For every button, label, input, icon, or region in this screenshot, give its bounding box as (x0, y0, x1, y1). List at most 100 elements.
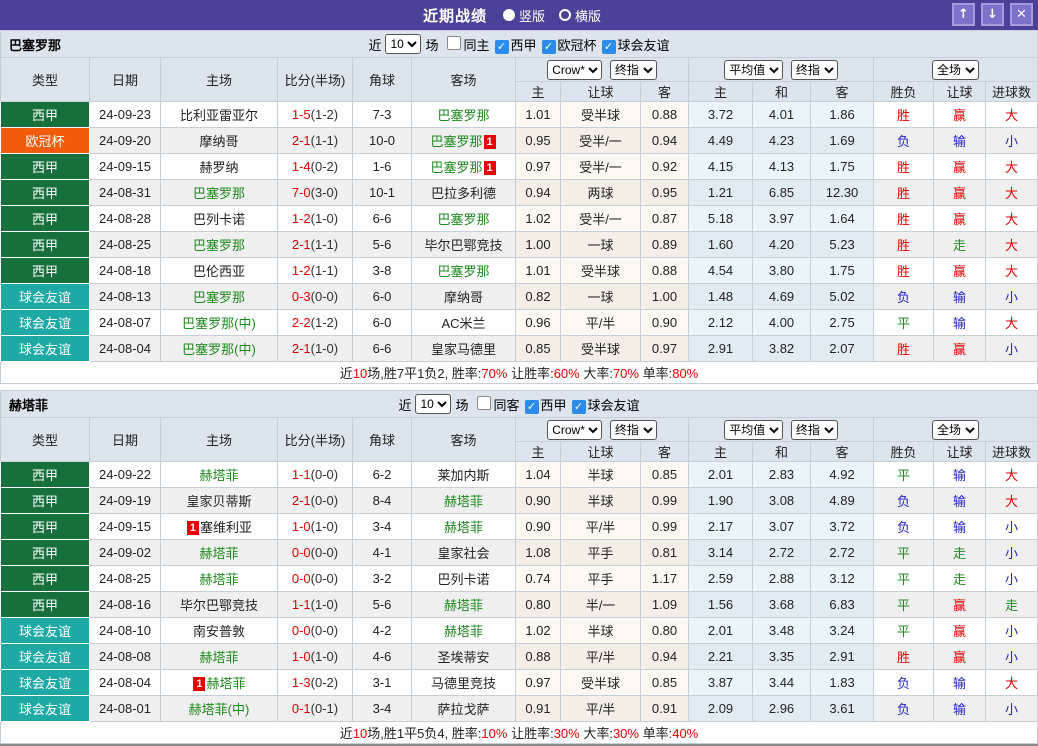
competition-type-cell: 西甲 (0, 257, 90, 284)
average-final-select[interactable]: 终指 (790, 59, 838, 80)
radio-horizontal-layout[interactable]: 横版 (559, 6, 601, 25)
avg-away-cell: 1.69 (810, 127, 875, 154)
move-down-button[interactable]: ↓ (981, 3, 1004, 26)
odds-away-cell: 0.88 (639, 257, 690, 284)
date-cell: 24-08-04 (89, 335, 161, 362)
odds-handicap-cell: 两球 (560, 179, 641, 206)
scope-select[interactable]: 全场 (932, 59, 980, 80)
odds-handicap-cell: 一球 (560, 283, 641, 310)
column-header-home: 主场 (160, 57, 278, 102)
fulltime-score: 0-3 (291, 289, 311, 304)
subheader-handicap-result: 让球 (933, 441, 987, 462)
filter-checkbox[interactable] (477, 395, 492, 410)
team-label: 巴拉多利德 (430, 186, 496, 201)
result-cell: 胜 (873, 205, 935, 232)
score-cell: 1-4(0-2) (277, 153, 353, 180)
team-label: 赫塔菲 (199, 572, 239, 587)
team-label: 巴塞罗那(中) (182, 316, 256, 331)
avg-draw-cell: 3.44 (752, 669, 812, 696)
team-label: 巴塞罗那(中) (182, 342, 256, 357)
corner-cell: 3-4 (352, 695, 412, 722)
result-cell: 平 (873, 565, 935, 592)
goals-result-cell: 大 (985, 309, 1038, 336)
subheader-odds-away: 客 (639, 81, 690, 102)
goals-result-cell: 大 (985, 153, 1038, 180)
handicap-result-cell: 输 (933, 695, 987, 722)
avg-away-cell: 2.07 (810, 335, 875, 362)
move-up-button[interactable]: ↑ (952, 3, 975, 26)
radio-unselected-icon[interactable] (559, 9, 571, 21)
close-button[interactable]: ✕ (1010, 3, 1033, 26)
team-label: 巴列卡诺 (437, 572, 490, 587)
odds-company-select[interactable]: Crow* (547, 419, 603, 440)
summary-label: 近 (339, 726, 353, 741)
filter-checkbox[interactable]: ✓ (541, 39, 556, 54)
filter-checkbox-label: 球会友谊 (587, 397, 640, 413)
away-team-cell: 巴列卡诺 (411, 565, 516, 592)
corner-cell: 4-1 (352, 539, 412, 566)
corner-cell: 6-6 (352, 335, 412, 362)
odds-final-select[interactable]: 终指 (609, 59, 657, 80)
result-cell: 负 (873, 669, 935, 696)
odds-handicap-cell: 平/半 (560, 513, 641, 540)
halftime-score: (0-1) (310, 701, 339, 716)
radio-selected-icon[interactable] (502, 9, 515, 21)
odds-company-select[interactable]: Crow* (547, 59, 603, 80)
column-header-score: 比分(半场) (277, 417, 353, 462)
avg-draw-cell: 4.23 (752, 127, 812, 154)
away-team-cell: 赫塔菲 (411, 487, 516, 514)
scope-select[interactable]: 全场 (932, 419, 980, 440)
odds-home-cell: 1.08 (515, 539, 561, 566)
corner-cell: 4-6 (352, 643, 412, 670)
fulltime-score: 1-2 (291, 263, 311, 278)
near-label: 近 (398, 397, 412, 413)
team-label: 皇家社会 (437, 546, 490, 561)
avg-home-cell: 3.87 (688, 669, 754, 696)
competition-type-cell: 西甲 (0, 591, 90, 618)
summary-label: 大率: (579, 726, 613, 741)
summary-label: 场,胜1平5负4, 胜率: (367, 726, 482, 741)
home-team-cell: 1 塞维利亚 (160, 513, 278, 540)
subheader-avg-away: 客 (810, 441, 875, 462)
date-cell: 24-08-31 (89, 179, 161, 206)
team-label: 毕尔巴鄂竞技 (424, 238, 503, 253)
odds-home-cell: 0.90 (515, 487, 561, 514)
filter-checkbox[interactable] (447, 35, 462, 50)
recent-games-select[interactable]: 10 (385, 34, 422, 54)
avg-home-cell: 1.48 (688, 283, 754, 310)
goals-result-cell: 大 (985, 487, 1038, 514)
summary-label: 近 (339, 366, 353, 381)
filter-checkbox[interactable]: ✓ (571, 399, 586, 414)
filter-checkbox[interactable]: ✓ (494, 39, 509, 54)
odds-home-cell: 0.82 (515, 283, 561, 310)
average-select[interactable]: 平均值 (724, 59, 784, 80)
radio-vertical-layout[interactable]: 竖版 (502, 6, 545, 25)
filter-checkbox[interactable]: ✓ (601, 39, 616, 54)
avg-home-cell: 4.15 (688, 153, 754, 180)
odds-home-cell: 0.90 (515, 513, 561, 540)
summary-label: 大率: (579, 366, 613, 381)
competition-type-cell: 球会友谊 (0, 643, 90, 670)
subheader-goals-result: 进球数 (985, 81, 1038, 102)
average-select[interactable]: 平均值 (724, 419, 784, 440)
fulltime-score: 0-0 (291, 623, 311, 638)
average-final-select[interactable]: 终指 (790, 419, 838, 440)
handicap-result-cell: 输 (933, 283, 987, 310)
goals-result-cell: 大 (985, 205, 1038, 232)
recent-games-select[interactable]: 10 (415, 394, 452, 414)
filter-checkbox[interactable]: ✓ (524, 399, 539, 414)
fulltime-score: 1-0 (291, 519, 311, 534)
score-cell: 0-0(0-0) (277, 539, 353, 566)
avg-away-cell: 3.72 (810, 513, 875, 540)
avg-home-cell: 2.59 (688, 565, 754, 592)
match-row: 西甲 24-09-23 比利亚雷亚尔 1-5(1-2) 7-3 巴塞罗那 1.01 受半球 0.… (0, 101, 1038, 128)
odds-away-cell: 0.85 (639, 461, 690, 488)
odds-final-select[interactable]: 终指 (609, 419, 657, 440)
odds-home-cell: 0.88 (515, 643, 561, 670)
team-label: 巴塞罗那 (192, 290, 245, 305)
up-arrow-icon: ↑ (958, 7, 969, 22)
date-cell: 24-08-25 (89, 565, 161, 592)
away-team-cell: 巴塞罗那 1 (411, 153, 516, 180)
competition-type-cell: 西甲 (0, 513, 90, 540)
odds-handicap-cell: 半球 (560, 461, 641, 488)
